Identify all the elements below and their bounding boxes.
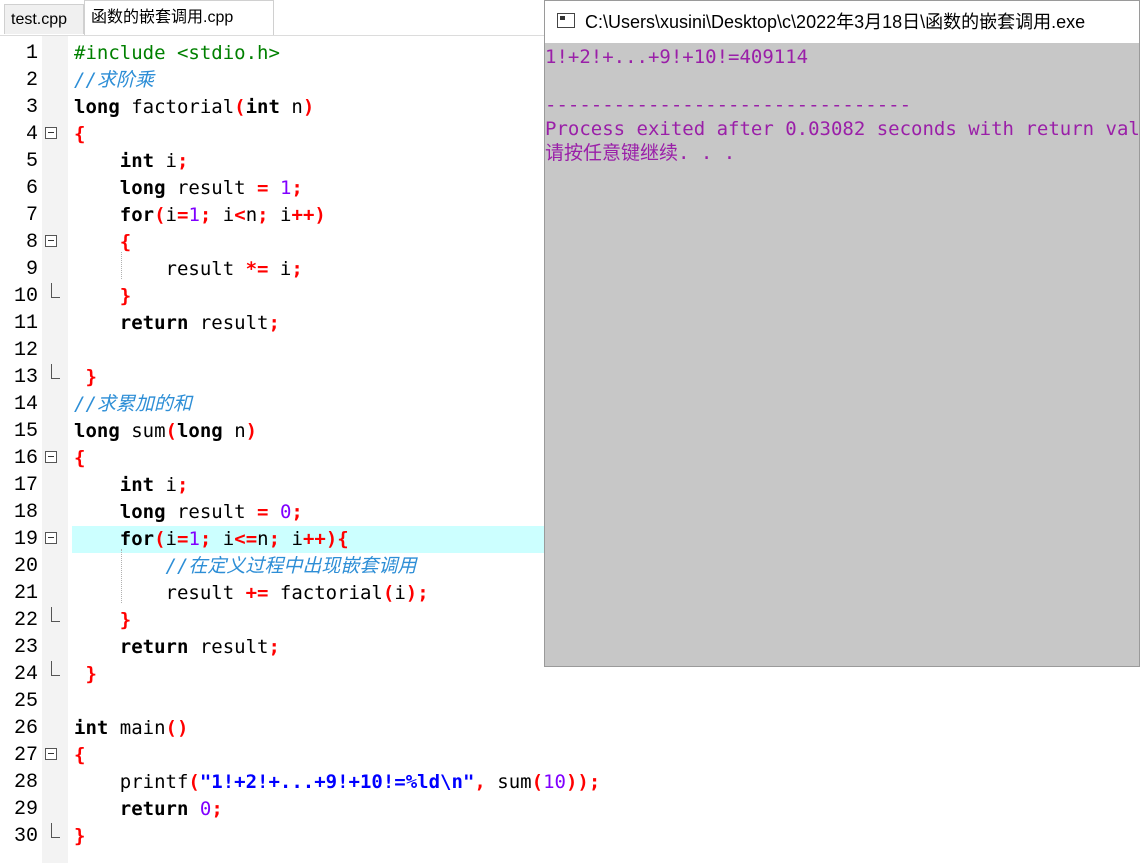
line-number: 13 [13, 366, 38, 389]
line-number: 11 [13, 312, 38, 335]
code-text: int i; [119, 474, 189, 496]
line-number: 8 [25, 231, 38, 254]
line-number: 25 [13, 690, 38, 713]
code-line[interactable]: 29 return 0; [0, 796, 1140, 823]
indent-guide [121, 252, 122, 279]
code-text: } [119, 609, 132, 631]
code-text: for(i=1; i<=n; i++){ [119, 528, 349, 550]
line-number: 18 [13, 501, 38, 524]
code-text: long result = 1; [119, 177, 303, 199]
fold-toggle-icon[interactable] [45, 748, 57, 760]
console-title-bar[interactable]: C:\Users\xusini\Desktop\c\2022年3月18日\函数的… [545, 1, 1139, 43]
code-text: } [119, 285, 132, 307]
indent-guide [121, 549, 122, 603]
code-line[interactable]: 30} [0, 823, 1140, 850]
line-number: 9 [25, 258, 38, 281]
code-text: } [74, 825, 86, 847]
console-output: 1!+2!+...+9!+10!=409114 ----------------… [545, 46, 1140, 164]
code-text: { [74, 447, 86, 469]
fold-end-icon [51, 364, 60, 379]
fold-toggle-icon[interactable] [45, 532, 57, 544]
code-text: long sum(long n) [74, 420, 258, 442]
line-number: 23 [13, 636, 38, 659]
line-number: 7 [25, 204, 38, 227]
code-line[interactable]: 28 printf("1!+2!+...+9!+10!=%ld\n", sum(… [0, 769, 1140, 796]
code-text: { [74, 744, 86, 766]
code-text: return result; [119, 636, 280, 658]
code-text: result *= i; [74, 258, 303, 280]
code-text: result += factorial(i); [74, 582, 429, 604]
line-number: 29 [13, 798, 38, 821]
fold-toggle-icon[interactable] [45, 451, 57, 463]
line-number: 2 [25, 69, 38, 92]
line-number: 5 [25, 150, 38, 173]
line-number: 12 [13, 339, 38, 362]
line-number: 14 [13, 393, 38, 416]
line-number: 10 [13, 285, 38, 308]
code-text: printf("1!+2!+...+9!+10!=%ld\n", sum(10)… [74, 771, 601, 793]
line-number: 20 [13, 555, 38, 578]
code-text: //求阶乘 [74, 69, 154, 91]
code-text: long result = 0; [119, 501, 303, 523]
fold-toggle-icon[interactable] [45, 235, 57, 247]
code-line[interactable]: 25 [0, 688, 1140, 715]
line-number: 1 [25, 42, 38, 65]
line-number: 16 [13, 447, 38, 470]
tab-test-cpp[interactable]: test.cpp [4, 4, 84, 34]
code-line[interactable]: 26 int main() [0, 715, 1140, 742]
code-text: long factorial(int n) [74, 96, 315, 118]
code-text: //在定义过程中出现嵌套调用 [165, 555, 417, 577]
line-number: 30 [13, 825, 38, 848]
code-text: { [74, 123, 86, 145]
tab-nested-call-cpp[interactable]: 函数的嵌套调用.cpp [84, 0, 274, 35]
code-line[interactable]: 27 { [0, 742, 1140, 769]
line-number: 3 [25, 96, 38, 119]
code-text: return result; [119, 312, 280, 334]
line-number: 17 [13, 474, 38, 497]
line-number: 19 [13, 528, 38, 551]
code-text: { [119, 231, 132, 253]
code-text: for(i=1; i<n; i++) [119, 204, 326, 226]
code-text: //求累加的和 [74, 393, 192, 415]
code-text: int main() [74, 717, 189, 739]
console-window[interactable]: C:\Users\xusini\Desktop\c\2022年3月18日\函数的… [544, 0, 1140, 667]
line-number: 6 [25, 177, 38, 200]
line-number: 4 [25, 123, 38, 146]
fold-end-icon [51, 823, 60, 838]
line-number: 15 [13, 420, 38, 443]
line-number: 24 [13, 663, 38, 686]
fold-toggle-icon[interactable] [45, 127, 57, 139]
code-text: return 0; [119, 798, 223, 820]
console-title: C:\Users\xusini\Desktop\c\2022年3月18日\函数的… [585, 12, 1086, 32]
fold-end-icon [51, 607, 60, 622]
fold-end-icon [51, 661, 60, 676]
code-text: } [85, 663, 97, 685]
code-text: int i; [119, 150, 189, 172]
line-number: 26 [13, 717, 38, 740]
fold-end-icon [51, 283, 60, 298]
code-text: } [85, 366, 97, 388]
code-text: #include <stdio.h> [74, 42, 280, 64]
line-number: 27 [13, 744, 38, 767]
line-number: 28 [13, 771, 38, 794]
console-app-icon [557, 13, 575, 28]
line-number: 21 [13, 582, 38, 605]
line-number: 22 [13, 609, 38, 632]
